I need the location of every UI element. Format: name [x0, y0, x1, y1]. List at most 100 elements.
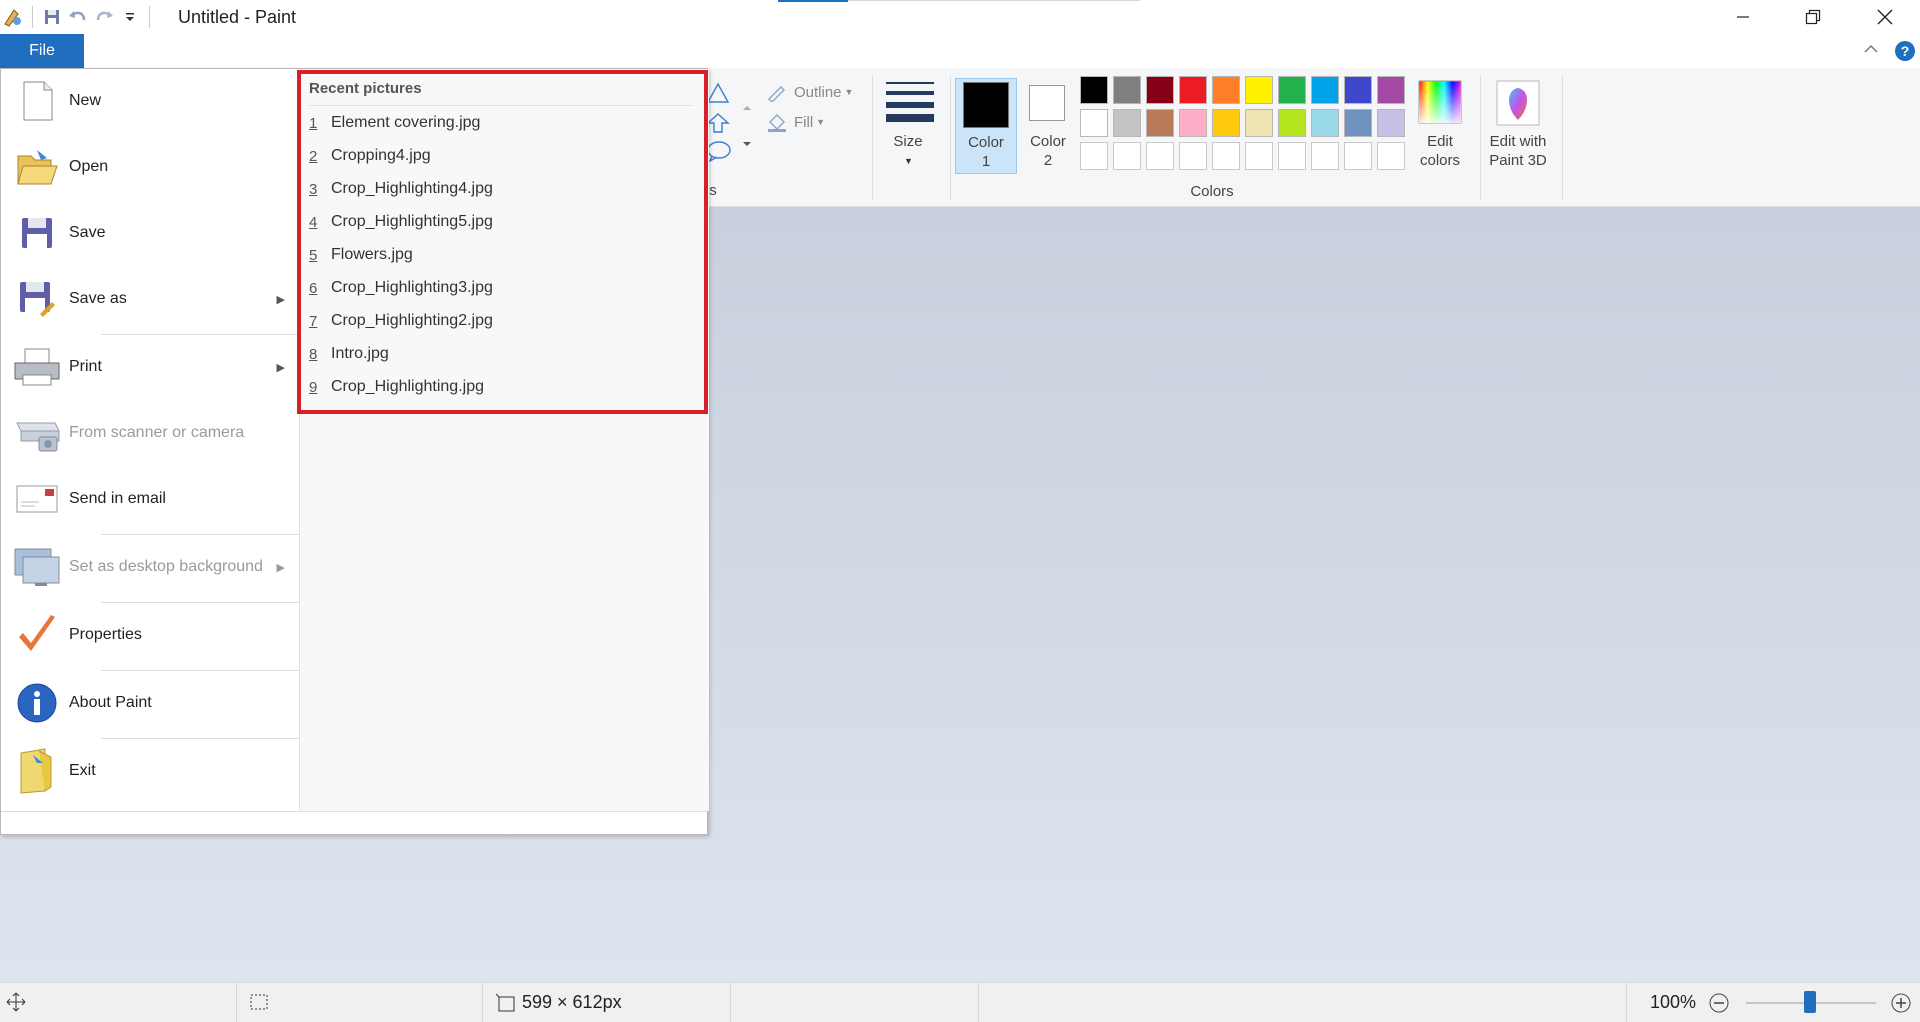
menu-item-open[interactable]: Open	[1, 144, 299, 190]
recent-picture-item[interactable]: 7 Crop_Highlighting2.jpg	[309, 312, 493, 330]
custom-color-slot[interactable]	[1146, 142, 1174, 170]
color-swatch[interactable]	[1212, 76, 1240, 104]
menu-item-send-email[interactable]: Send in email	[1, 476, 299, 522]
recent-item-filename: Cropping4.jpg	[331, 147, 431, 164]
info-icon	[11, 680, 63, 726]
ribbon-separator	[950, 76, 951, 200]
recent-pictures-title: Recent pictures	[309, 80, 422, 97]
color-swatch[interactable]	[1146, 109, 1174, 137]
menu-separator	[101, 602, 299, 603]
menu-item-new[interactable]: New	[1, 78, 299, 124]
color-swatch[interactable]	[1311, 109, 1339, 137]
custom-color-slot[interactable]	[1311, 142, 1339, 170]
redo-icon[interactable]	[91, 4, 117, 30]
menu-label-properties: Properties	[69, 626, 142, 643]
canvas-size-icon	[494, 992, 516, 1017]
color-swatch[interactable]	[1344, 109, 1372, 137]
recent-picture-item[interactable]: 8 Intro.jpg	[309, 345, 389, 363]
recent-picture-item[interactable]: 3 Crop_Highlighting4.jpg	[309, 180, 493, 198]
edit-with-paint3d-button[interactable]: Edit with Paint 3D	[1482, 78, 1554, 178]
menu-item-set-desktop-background[interactable]: Set as desktop background ▶	[1, 544, 299, 590]
color-swatch[interactable]	[1377, 109, 1405, 137]
arrow-up-shape-icon[interactable]	[706, 112, 730, 139]
color2-label-line2: 2	[1043, 152, 1053, 169]
menu-item-exit[interactable]: Exit	[1, 748, 299, 794]
close-button[interactable]	[1850, 0, 1920, 34]
selection-size-icon	[248, 992, 270, 1017]
callout-shape-icon[interactable]	[706, 140, 732, 167]
color-swatch[interactable]	[1344, 76, 1372, 104]
minimize-button[interactable]	[1708, 0, 1778, 34]
customize-toolbar-dropdown-icon[interactable]	[117, 4, 143, 30]
canvas-size-text: 599 × 612px	[522, 992, 622, 1012]
color1-button[interactable]: Color 1	[955, 78, 1017, 174]
zoom-out-button[interactable]	[1708, 992, 1730, 1019]
color-swatch[interactable]	[1278, 76, 1306, 104]
shapes-scroll[interactable]	[740, 88, 754, 172]
paint3d-icon	[1496, 80, 1540, 126]
custom-color-slot[interactable]	[1212, 142, 1240, 170]
color-swatch[interactable]	[1311, 76, 1339, 104]
fill-dropdown[interactable]: Fill ▼	[766, 112, 825, 132]
custom-color-slot[interactable]	[1245, 142, 1273, 170]
color1-label-line2: 1	[981, 153, 991, 170]
zoom-in-button[interactable]	[1890, 992, 1912, 1019]
triangle-shape-icon[interactable]	[706, 82, 730, 109]
color-swatch[interactable]	[1212, 109, 1240, 137]
undo-icon[interactable]	[65, 4, 91, 30]
custom-color-slot[interactable]	[1377, 142, 1405, 170]
menu-separator	[101, 534, 299, 535]
menu-item-print[interactable]: Print ▶	[1, 344, 299, 390]
size-button[interactable]: Size ▼	[880, 78, 936, 174]
custom-color-slot[interactable]	[1113, 142, 1141, 170]
color-swatch[interactable]	[1245, 109, 1273, 137]
menu-label-new: New	[69, 92, 102, 109]
color-swatch[interactable]	[1179, 109, 1207, 137]
recent-picture-item[interactable]: 1 Element covering.jpg	[309, 114, 480, 132]
color2-button[interactable]: Color 2	[1018, 78, 1078, 174]
color-swatch[interactable]	[1179, 76, 1207, 104]
status-bar: 599 × 612px 100%	[0, 982, 1920, 1022]
custom-color-slot[interactable]	[1278, 142, 1306, 170]
outline-dropdown[interactable]: Outline ▼	[766, 82, 853, 102]
recent-item-filename: Crop_Highlighting2.jpg	[331, 312, 493, 329]
tab-file[interactable]: File	[0, 34, 84, 68]
color-swatch[interactable]	[1278, 109, 1306, 137]
edit-colors-label-line1: Edit	[1427, 133, 1453, 150]
color-swatch[interactable]	[1146, 76, 1174, 104]
custom-color-slot[interactable]	[1344, 142, 1372, 170]
menu-item-save[interactable]: Save	[1, 210, 299, 256]
zoom-slider-thumb[interactable]	[1804, 991, 1816, 1013]
menu-label-about: About Paint	[69, 694, 152, 711]
menu-item-from-scanner[interactable]: From scanner or camera	[1, 410, 299, 456]
quick-access-toolbar	[0, 0, 156, 34]
color-swatch[interactable]	[1245, 76, 1273, 104]
menu-item-save-as[interactable]: Save as ▶	[1, 276, 299, 322]
color-swatch[interactable]	[1377, 76, 1405, 104]
recent-picture-item[interactable]: 9 Crop_Highlighting.jpg	[309, 378, 484, 396]
save-icon[interactable]	[39, 4, 65, 30]
custom-color-slot[interactable]	[1080, 142, 1108, 170]
help-icon[interactable]: ?	[1894, 40, 1916, 67]
recent-picture-item[interactable]: 2 Cropping4.jpg	[309, 147, 431, 165]
collapse-ribbon-icon[interactable]	[1862, 40, 1880, 63]
color-swatch[interactable]	[1080, 76, 1108, 104]
outline-pen-icon	[768, 86, 785, 102]
paint-app-icon[interactable]	[0, 4, 26, 30]
recent-picture-item[interactable]: 6 Crop_Highlighting3.jpg	[309, 279, 493, 297]
menu-separator	[101, 738, 299, 739]
color-swatch[interactable]	[1080, 109, 1108, 137]
menu-item-properties[interactable]: Properties	[1, 612, 299, 658]
recent-picture-item[interactable]: 4 Crop_Highlighting5.jpg	[309, 213, 493, 231]
menu-label-save: Save	[69, 224, 106, 241]
restore-button[interactable]	[1778, 0, 1848, 34]
status-separator	[236, 983, 237, 1022]
color-swatch[interactable]	[1113, 109, 1141, 137]
recent-item-number: 8	[309, 345, 318, 363]
color-swatch[interactable]	[1113, 76, 1141, 104]
save-as-icon	[11, 276, 63, 322]
custom-color-slot[interactable]	[1179, 142, 1207, 170]
edit-colors-button[interactable]: Edit colors	[1410, 78, 1470, 178]
menu-item-about[interactable]: About Paint	[1, 680, 299, 726]
recent-picture-item[interactable]: 5 Flowers.jpg	[309, 246, 413, 264]
